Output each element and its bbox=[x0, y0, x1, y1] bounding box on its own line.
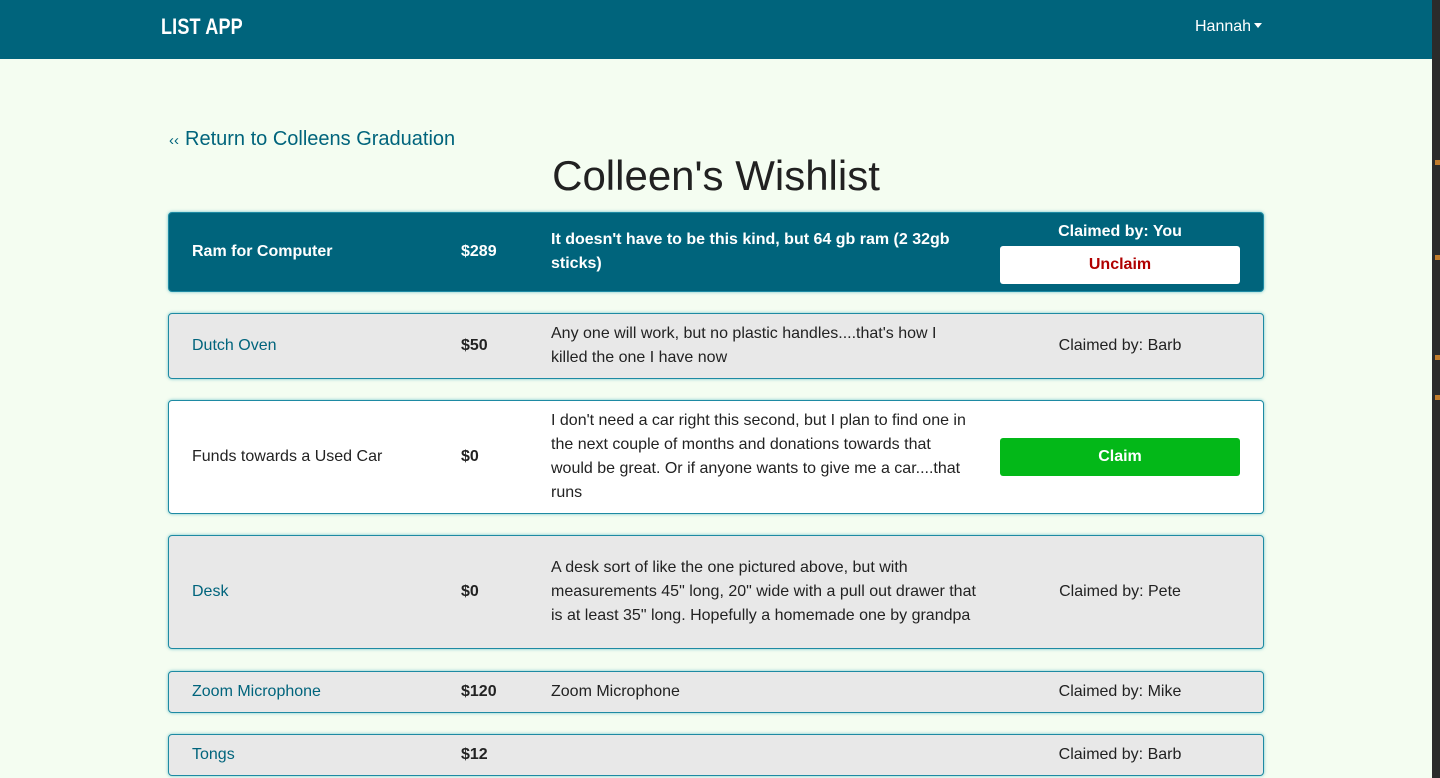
item-price: $289 bbox=[461, 243, 497, 260]
top-navbar: LIST APP Hannah bbox=[0, 0, 1432, 59]
return-link[interactable]: ‹‹ Return to Colleens Graduation bbox=[169, 128, 455, 151]
claimed-by-label: Claimed by: Barb bbox=[1058, 337, 1182, 354]
edge-marker bbox=[1435, 255, 1440, 260]
app-brand[interactable]: LIST APP bbox=[161, 14, 243, 40]
item-name: Ram for Computer bbox=[192, 243, 333, 260]
wishlist-item: Tongs $12 Claimed by: Barb bbox=[168, 734, 1264, 776]
return-link-label: Return to Colleens Graduation bbox=[185, 128, 456, 150]
item-claim-area: Claimed by: You Unclaim bbox=[1000, 220, 1240, 284]
item-price: $12 bbox=[461, 746, 488, 763]
item-price: $0 bbox=[461, 448, 479, 465]
edge-marker bbox=[1435, 395, 1440, 400]
claimed-by-label: Claimed by: Pete bbox=[1059, 583, 1181, 600]
item-name-link[interactable]: Dutch Oven bbox=[192, 334, 276, 358]
wishlist-item: Zoom Microphone $120 Zoom Microphone Cla… bbox=[168, 671, 1264, 713]
edge-marker bbox=[1435, 355, 1440, 360]
item-price: $120 bbox=[461, 683, 497, 700]
wishlist-item: Dutch Oven $50 Any one will work, but no… bbox=[168, 313, 1264, 379]
wishlist-item: Desk $0 A desk sort of like the one pict… bbox=[168, 535, 1264, 649]
item-price: $50 bbox=[461, 337, 488, 354]
claimed-by-label: Claimed by: You bbox=[1058, 223, 1182, 240]
claim-button[interactable]: Claim bbox=[1000, 438, 1240, 476]
item-name-link[interactable]: Zoom Microphone bbox=[192, 680, 321, 704]
user-name: Hannah bbox=[1195, 18, 1252, 35]
claimed-by-label: Claimed by: Mike bbox=[1058, 683, 1182, 700]
claimed-by-label: Claimed by: Barb bbox=[1058, 746, 1182, 763]
item-claim-area: Claim bbox=[1000, 438, 1240, 476]
item-name-link[interactable]: Desk bbox=[192, 580, 228, 604]
item-name-link[interactable]: Tongs bbox=[192, 743, 235, 767]
item-description: Zoom Microphone bbox=[551, 683, 680, 700]
window-edge bbox=[1432, 0, 1440, 778]
item-name: Funds towards a Used Car bbox=[192, 448, 383, 465]
item-description: I don't need a car right this second, bu… bbox=[551, 412, 966, 501]
item-price: $0 bbox=[461, 583, 479, 600]
wishlist-item: Ram for Computer $289 It doesn't have to… bbox=[168, 212, 1264, 292]
item-description: It doesn't have to be this kind, but 64 … bbox=[551, 231, 950, 272]
double-chevron-left-icon: ‹‹ bbox=[169, 132, 179, 149]
unclaim-button[interactable]: Unclaim bbox=[1000, 246, 1240, 284]
page-title: Colleen's Wishlist bbox=[552, 152, 880, 199]
chevron-down-icon bbox=[1254, 23, 1263, 28]
user-menu-dropdown[interactable]: Hannah bbox=[1195, 18, 1263, 36]
wishlist-item: Funds towards a Used Car $0 I don't need… bbox=[168, 400, 1264, 514]
edge-marker bbox=[1435, 160, 1440, 165]
item-description: Any one will work, but no plastic handle… bbox=[551, 325, 937, 366]
item-description: A desk sort of like the one pictured abo… bbox=[551, 559, 976, 624]
